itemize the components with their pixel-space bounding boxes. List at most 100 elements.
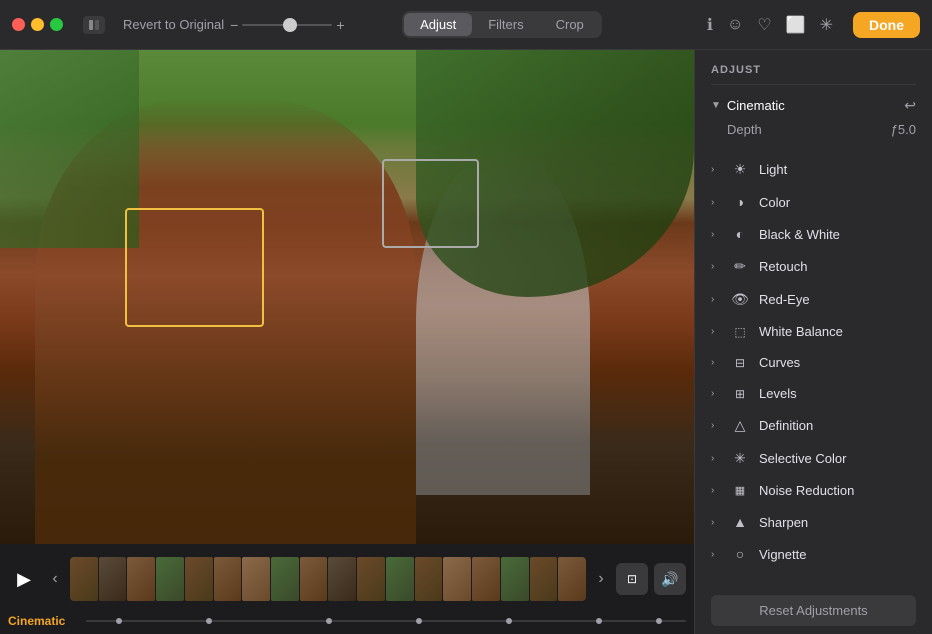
adjust-item-label: Selective Color bbox=[759, 451, 916, 466]
next-frame-button[interactable]: › bbox=[592, 570, 610, 588]
tab-adjust[interactable]: Adjust bbox=[404, 13, 472, 36]
adjust-chevron-icon: › bbox=[711, 326, 721, 337]
adjust-chevron-icon: › bbox=[711, 229, 721, 240]
cinematic-chevron-icon: ▼ bbox=[711, 100, 721, 111]
adjust-item-noisereduction[interactable]: › ▦ Noise Reduction bbox=[695, 475, 932, 506]
sharpen-icon: ▲ bbox=[731, 514, 749, 530]
info-icon[interactable]: ℹ bbox=[707, 15, 713, 35]
adjust-item-label: Black & White bbox=[759, 227, 916, 242]
adjust-chevron-icon: › bbox=[711, 453, 721, 464]
audio-button[interactable]: 🔊 bbox=[654, 563, 686, 595]
play-button[interactable]: ▶ bbox=[8, 563, 40, 595]
film-frame bbox=[501, 557, 529, 601]
asterisk-icon[interactable]: ✳ bbox=[820, 15, 833, 35]
adjust-item-label: Curves bbox=[759, 355, 916, 370]
timeline-controls-row: Cinematic bbox=[0, 614, 694, 634]
adjust-item-sharpen[interactable]: › ▲ Sharpen bbox=[695, 506, 932, 538]
foliage-left bbox=[0, 50, 139, 248]
adjust-chevron-icon: › bbox=[711, 517, 721, 528]
adjust-chevron-icon: › bbox=[711, 388, 721, 399]
blackwhite-icon: ◐ bbox=[731, 226, 749, 242]
redeye-icon: 👁 bbox=[731, 291, 749, 308]
film-frame bbox=[127, 557, 155, 601]
revert-label[interactable]: Revert to Original bbox=[123, 17, 224, 32]
filmstrip-row: ▶ ‹ bbox=[0, 544, 694, 614]
cinematic-revert-icon[interactable]: ↩ bbox=[904, 97, 916, 114]
close-button[interactable] bbox=[12, 18, 25, 31]
adjust-item-light[interactable]: › ☀ Light bbox=[695, 153, 932, 186]
tab-group: Adjust Filters Crop bbox=[402, 11, 602, 38]
titlebar: Revert to Original − + Adjust Filters Cr… bbox=[0, 0, 932, 50]
film-frame bbox=[472, 557, 500, 601]
right-panel: ADJUST ▼ Cinematic ↩ Depth ƒ5.0 › ☀ Ligh… bbox=[694, 50, 932, 634]
traffic-lights bbox=[12, 18, 63, 31]
prev-frame-button[interactable]: ‹ bbox=[46, 570, 64, 588]
adjust-item-label: Levels bbox=[759, 386, 916, 401]
adjust-item-levels[interactable]: › ⊞ Levels bbox=[695, 378, 932, 409]
tab-filters[interactable]: Filters bbox=[472, 13, 539, 36]
timeline-keyframe bbox=[116, 618, 122, 624]
depth-label: Depth bbox=[727, 122, 762, 137]
brightness-slider[interactable]: − + bbox=[230, 17, 344, 33]
film-frame bbox=[357, 557, 385, 601]
timeline-keyframe bbox=[416, 618, 422, 624]
adjust-item-retouch[interactable]: › ✏ Retouch bbox=[695, 250, 932, 283]
reset-adjustments-button[interactable]: Reset Adjustments bbox=[711, 595, 916, 626]
adjust-chevron-icon: › bbox=[711, 549, 721, 560]
tab-crop[interactable]: Crop bbox=[540, 13, 600, 36]
selectivecolor-icon: ✳ bbox=[731, 450, 749, 467]
window-controls bbox=[83, 16, 105, 34]
film-frame bbox=[156, 557, 184, 601]
adjust-item-label: White Balance bbox=[759, 324, 916, 339]
timeline-keyframe bbox=[506, 618, 512, 624]
slider-plus-icon: + bbox=[336, 17, 344, 33]
minimize-button[interactable] bbox=[31, 18, 44, 31]
adjust-item-curves[interactable]: › ⊟ Curves bbox=[695, 347, 932, 378]
film-frame bbox=[328, 557, 356, 601]
adjust-item-vignette[interactable]: › ○ Vignette bbox=[695, 538, 932, 570]
filmstrip[interactable] bbox=[70, 557, 586, 601]
cinematic-header[interactable]: ▼ Cinematic ↩ bbox=[711, 93, 916, 118]
adjust-chevron-icon: › bbox=[711, 261, 721, 272]
slider-track-line bbox=[242, 24, 332, 26]
film-frame bbox=[415, 557, 443, 601]
adjust-item-whitebalance[interactable]: › ⬚ White Balance bbox=[695, 316, 932, 347]
adjust-item-label: Sharpen bbox=[759, 515, 916, 530]
sidebar-toggle[interactable] bbox=[83, 16, 105, 34]
done-button[interactable]: Done bbox=[853, 12, 920, 38]
adjust-item-label: Light bbox=[759, 162, 916, 177]
adjust-item-label: Red-Eye bbox=[759, 292, 916, 307]
levels-icon: ⊞ bbox=[731, 387, 749, 401]
adjust-chevron-icon: › bbox=[711, 294, 721, 305]
emoji-icon[interactable]: ☺ bbox=[727, 16, 743, 34]
revert-section: Revert to Original − + bbox=[123, 17, 345, 33]
timeline-keyframe bbox=[596, 618, 602, 624]
definition-icon: △ bbox=[731, 417, 749, 434]
adjust-item-label: Color bbox=[759, 195, 916, 210]
timeline-keyframe bbox=[206, 618, 212, 624]
adjust-item-selectivecolor[interactable]: › ✳ Selective Color bbox=[695, 442, 932, 475]
video-area: ▶ ‹ bbox=[0, 50, 694, 634]
timeline-area: ▶ ‹ bbox=[0, 544, 694, 634]
adjust-item-redeye[interactable]: › 👁 Red-Eye bbox=[695, 283, 932, 316]
timeline-track[interactable] bbox=[86, 620, 686, 622]
film-frame bbox=[271, 557, 299, 601]
adjust-item-definition[interactable]: › △ Definition bbox=[695, 409, 932, 442]
photo-background bbox=[0, 50, 694, 544]
adjust-item-blackwhite[interactable]: › ◐ Black & White bbox=[695, 218, 932, 250]
retouch-icon: ✏ bbox=[731, 258, 749, 275]
cinematic-section-label: Cinematic bbox=[727, 98, 785, 113]
film-frame bbox=[443, 557, 471, 601]
adjust-item-label: Vignette bbox=[759, 547, 916, 562]
fullscreen-video-button[interactable]: ⊡ bbox=[616, 563, 648, 595]
film-frame bbox=[300, 557, 328, 601]
heart-icon[interactable]: ♡ bbox=[757, 15, 771, 35]
adjust-item-color[interactable]: › ◑ Color bbox=[695, 186, 932, 218]
frame-icon[interactable]: ⬜ bbox=[786, 15, 806, 35]
toolbar-icons: ℹ ☺ ♡ ⬜ ✳ Done bbox=[707, 12, 920, 38]
depth-value: ƒ5.0 bbox=[891, 122, 916, 137]
fullscreen-button[interactable] bbox=[50, 18, 63, 31]
adjust-chevron-icon: › bbox=[711, 357, 721, 368]
adjust-item-label: Retouch bbox=[759, 259, 916, 274]
timeline-line bbox=[86, 620, 686, 622]
